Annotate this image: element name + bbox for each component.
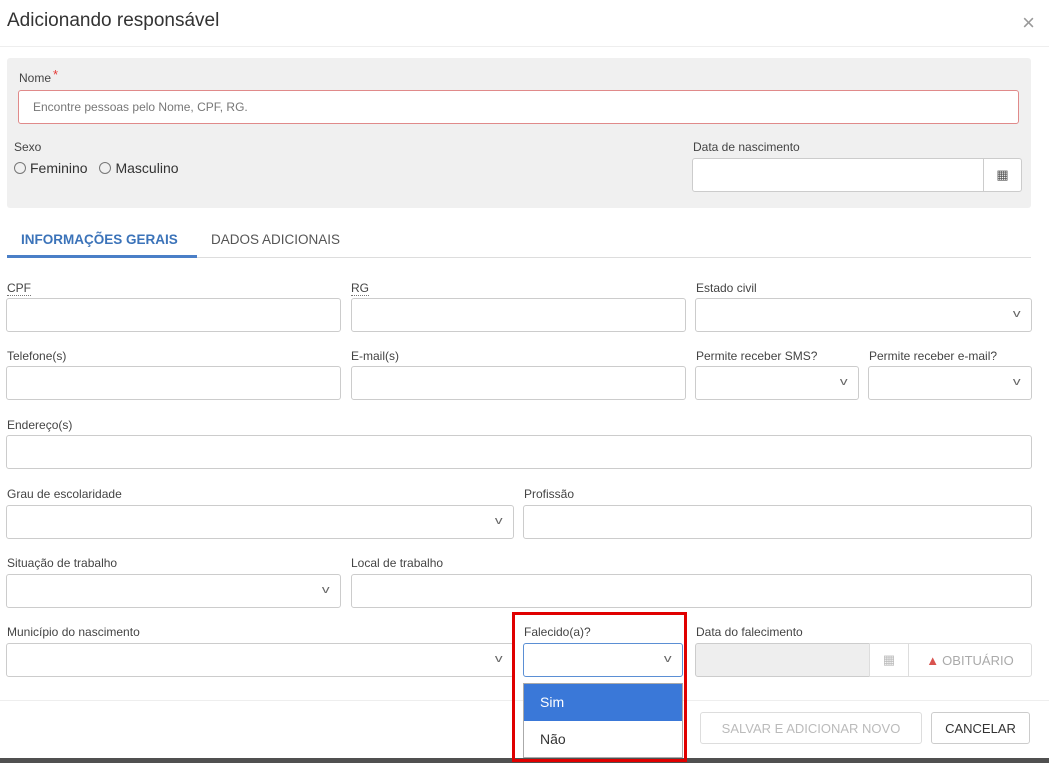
local-trabalho-input[interactable] xyxy=(351,574,1032,608)
grau-escolaridade-select[interactable]: v xyxy=(6,505,514,539)
falecido-label: Falecido(a)? xyxy=(524,625,591,639)
nome-placeholder: Encontre pessoas pelo Nome, CPF, RG. xyxy=(33,100,248,114)
radio-masculino[interactable]: Masculino xyxy=(99,160,179,176)
data-falecimento-input xyxy=(695,643,870,677)
cpf-label: CPF xyxy=(7,281,31,296)
tab-dados-adicionais[interactable]: DADOS ADICIONAIS xyxy=(211,232,340,247)
cancel-button[interactable]: CANCELAR xyxy=(931,712,1030,744)
emails-label: E-mail(s) xyxy=(351,349,399,363)
rg-label: RG xyxy=(351,281,369,296)
cpf-input[interactable] xyxy=(6,298,341,332)
telefones-label: Telefone(s) xyxy=(7,349,67,363)
falecido-select[interactable]: v xyxy=(523,643,683,677)
data-nascimento-label: Data de nascimento xyxy=(693,140,800,154)
radio-circle-icon xyxy=(14,162,26,174)
grau-escolaridade-label: Grau de escolaridade xyxy=(7,487,122,501)
close-icon[interactable]: × xyxy=(1022,10,1035,36)
required-mark: * xyxy=(53,67,59,82)
local-trabalho-label: Local de trabalho xyxy=(351,556,444,570)
dropdown-option-sim[interactable]: Sim xyxy=(524,684,682,721)
data-falecimento-label: Data do falecimento xyxy=(696,625,803,639)
radio-circle-icon xyxy=(99,162,112,174)
chevron-down-icon: v xyxy=(321,584,330,596)
permite-sms-label: Permite receber SMS? xyxy=(696,349,818,363)
enderecos-input[interactable] xyxy=(6,435,1032,469)
modal-title: Adicionando responsável xyxy=(7,10,220,31)
radio-feminino[interactable]: Feminino xyxy=(14,160,88,176)
add-responsible-modal: Adicionando responsável × Nome * Encontre… xyxy=(0,0,1049,762)
chevron-down-icon: v xyxy=(839,376,848,388)
chevron-down-icon: v xyxy=(1012,308,1021,320)
falecido-dropdown-menu: Sim Não xyxy=(523,683,683,758)
tab-informacoes-gerais[interactable]: INFORMAÇÕES GERAIS xyxy=(21,232,178,247)
profissao-input[interactable] xyxy=(523,505,1032,539)
data-nascimento-input[interactable]: ▦ xyxy=(692,158,1022,192)
sexo-label: Sexo xyxy=(14,140,42,154)
active-tab-indicator xyxy=(7,255,197,258)
sexo-radio-group: Feminino Masculino xyxy=(14,160,187,176)
estado-civil-select[interactable]: v xyxy=(695,298,1032,332)
emails-input[interactable] xyxy=(351,366,686,400)
permite-email-label: Permite receber e-mail? xyxy=(869,349,998,363)
chevron-down-icon: v xyxy=(663,653,672,665)
chevron-down-icon: v xyxy=(494,653,503,665)
header-divider xyxy=(0,46,1049,47)
chevron-down-icon: v xyxy=(494,515,503,527)
calendar-icon: ▦ xyxy=(869,643,909,677)
calendar-icon[interactable]: ▦ xyxy=(983,159,1021,191)
permite-email-select[interactable]: v xyxy=(868,366,1032,400)
situacao-trabalho-label: Situação de trabalho xyxy=(7,556,118,570)
municipio-nascimento-label: Município do nascimento xyxy=(7,625,140,639)
warning-icon: ▲ xyxy=(926,652,940,668)
rg-input[interactable] xyxy=(351,298,686,332)
situacao-trabalho-select[interactable]: v xyxy=(6,574,341,608)
permite-sms-select[interactable]: v xyxy=(695,366,859,400)
dropdown-option-nao[interactable]: Não xyxy=(524,721,682,758)
enderecos-label: Endereço(s) xyxy=(7,418,73,432)
municipio-nascimento-select[interactable]: v xyxy=(6,643,514,677)
nome-search-input[interactable]: Encontre pessoas pelo Nome, CPF, RG. xyxy=(18,90,1019,124)
nome-label: Nome * xyxy=(19,67,59,85)
profissao-label: Profissão xyxy=(524,487,575,501)
chevron-down-icon: v xyxy=(1012,376,1021,388)
tab-bar: INFORMAÇÕES GERAIS DADOS ADICIONAIS xyxy=(7,228,1031,258)
telefones-input[interactable] xyxy=(6,366,341,400)
estado-civil-label: Estado civil xyxy=(696,281,757,295)
save-and-add-new-button[interactable]: SALVAR E ADICIONAR NOVO xyxy=(700,712,922,744)
obituario-button: ▲ OBITUÁRIO xyxy=(908,643,1032,677)
